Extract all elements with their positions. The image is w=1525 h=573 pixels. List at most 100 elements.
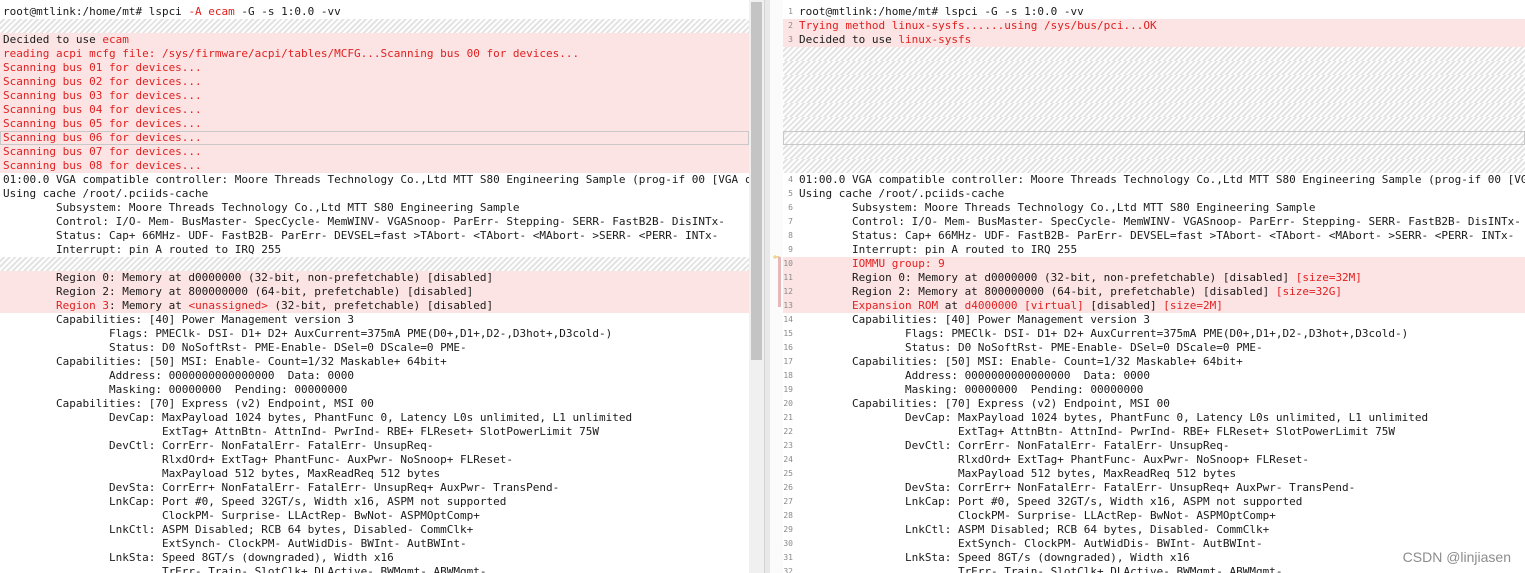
code-line: Masking: 00000000 Pending: 00000000 (0, 383, 749, 397)
code-line: 15 Flags: PMEClk- DSI- D1+ D2+ AuxCurren… (783, 327, 1525, 341)
diff-highlight-text: [size=2M] (1163, 299, 1223, 312)
code-line: DevSta: CorrErr+ NonFatalErr- FatalErr- … (0, 481, 749, 495)
line-text: Using cache /root/.pciids-cache (799, 187, 1005, 200)
diff-gutter: ⇦ (770, 0, 783, 573)
line-number: 30 (783, 539, 793, 548)
code-line: Scanning bus 07 for devices... (0, 145, 749, 159)
line-number: 11 (783, 273, 793, 282)
code-line: 25 MaxPayload 512 bytes, MaxReadReq 512 … (783, 467, 1525, 481)
diff-highlight-text: Expansion ROM (851, 299, 939, 312)
code-line: Scanning bus 08 for devices... (0, 159, 749, 173)
line-number: 9 (788, 245, 793, 254)
line-text (3, 299, 56, 312)
line-text (799, 299, 852, 312)
code-line: Capabilities: [40] Power Management vers… (0, 313, 749, 327)
line-number: 12 (783, 287, 793, 296)
code-line: MaxPayload 512 bytes, MaxReadReq 512 byt… (0, 467, 749, 481)
line-number: 15 (783, 329, 793, 338)
watermark: CSDN @linjiasen (1402, 549, 1511, 565)
code-line: Scanning bus 04 for devices... (0, 103, 749, 117)
code-line: ExtSynch- ClockPM- AutWidDis- BWInt- Aut… (0, 537, 749, 551)
code-line: 7 Control: I/O- Mem- BusMaster- SpecCycl… (783, 215, 1525, 229)
line-text: ExtTag+ AttnBtn- AttnInd- PwrInd- RBE+ F… (3, 425, 600, 438)
line-text: Capabilities: [50] MSI: Enable- Count=1/… (3, 355, 447, 368)
code-line: 18 Address: 0000000000000000 Data: 0000 (783, 369, 1525, 383)
line-number: 25 (783, 469, 793, 478)
line-number: 26 (783, 483, 793, 492)
line-text: Address: 0000000000000000 Data: 0000 (3, 369, 354, 382)
code-line: 1 root@mtlink:/home/mt# lspci -G -s 1:0.0… (783, 5, 1525, 19)
line-text: Scanning bus 02 for devices... (3, 75, 202, 88)
code-line: Status: Cap+ 66MHz- UDF- FastB2B- ParErr… (0, 229, 749, 243)
code-line: Region 3: Memory at <unassigned> (32-bit… (0, 299, 749, 313)
code-line: Region 2: Memory at 800000000 (64-bit, p… (0, 285, 749, 299)
diff-highlight-text: [size=32G] (1275, 285, 1343, 298)
line-number: 7 (788, 217, 793, 226)
code-line: 01:00.0 VGA compatible controller: Moore… (0, 173, 749, 187)
line-text: DevCtl: CorrErr- NonFatalErr- FatalErr- … (3, 439, 434, 452)
line-text: DevCap: MaxPayload 1024 bytes, PhantFunc… (3, 411, 633, 424)
diff-arrow-icon[interactable]: ⇦ (770, 250, 783, 264)
line-text: LnkCtl: ASPM Disabled; RCB 64 bytes, Dis… (799, 523, 1270, 536)
line-text: Decided to use (799, 33, 899, 46)
code-line: Subsystem: Moore Threads Technology Co.,… (0, 201, 749, 215)
line-text: Using cache /root/.pciids-cache (3, 187, 209, 200)
line-text: Status: Cap+ 66MHz- UDF- FastB2B- ParErr… (3, 229, 719, 242)
line-number: 24 (783, 455, 793, 464)
line-number: 13 (783, 301, 793, 310)
diff-filler-line (783, 89, 1525, 103)
line-text: ExtSynch- ClockPM- AutWidDis- BWInt- Aut… (799, 537, 1263, 550)
line-number: 28 (783, 511, 793, 520)
line-text: Trying method linux-sysfs......using /sy… (799, 19, 1157, 32)
code-line: reading acpi mcfg file: /sys/firmware/ac… (0, 47, 749, 61)
code-line: DevCap: MaxPayload 1024 bytes, PhantFunc… (0, 411, 749, 425)
line-text: Subsystem: Moore Threads Technology Co.,… (799, 201, 1316, 214)
line-text-segment: (32-bit, prefetchable) [disabled] (267, 299, 494, 312)
line-number: 17 (783, 357, 793, 366)
code-line: Region 0: Memory at d0000000 (32-bit, no… (0, 271, 749, 285)
line-text: Scanning bus 03 for devices... (3, 89, 202, 102)
code-line: 16 Status: D0 NoSoftRst- PME-Enable- DSe… (783, 341, 1525, 355)
code-line: 8 Status: Cap+ 66MHz- UDF- FastB2B- ParE… (783, 229, 1525, 243)
line-number: 23 (783, 441, 793, 450)
line-text: DevCtl: CorrErr- NonFatalErr- FatalErr- … (799, 439, 1230, 452)
code-line: Capabilities: [70] Express (v2) Endpoint… (0, 397, 749, 411)
diff-change-marker (778, 257, 781, 307)
line-number: 10 (783, 259, 793, 268)
code-line: LnkCtl: ASPM Disabled; RCB 64 bytes, Dis… (0, 523, 749, 537)
diff-highlight-text: [size=32M] (1295, 271, 1362, 284)
line-text: LnkCtl: ASPM Disabled; RCB 64 bytes, Dis… (3, 523, 474, 536)
line-text: LnkSta: Speed 8GT/s (downgraded), Width … (799, 551, 1190, 564)
line-text: root@mtlink:/home/mt# lspci (3, 5, 189, 18)
line-text-segment: [disabled] (1083, 299, 1164, 312)
line-number: 8 (788, 231, 793, 240)
left-scrollbar[interactable] (749, 0, 764, 573)
code-line: root@mtlink:/home/mt# lspci -A ecam -G -… (0, 5, 749, 19)
line-text: Capabilities: [70] Express (v2) Endpoint… (3, 397, 374, 410)
code-line: Flags: PMEClk- DSI- D1+ D2+ AuxCurrent=3… (0, 327, 749, 341)
left-diff-pane[interactable]: root@mtlink:/home/mt# lspci -A ecam -G -… (0, 0, 749, 573)
line-text: Capabilities: [70] Express (v2) Endpoint… (799, 397, 1170, 410)
code-line: Decided to use ecam (0, 33, 749, 47)
code-line: Address: 0000000000000000 Data: 0000 (0, 369, 749, 383)
line-text: Region 0: Memory at d0000000 (32-bit, no… (3, 271, 494, 284)
line-text-segment: -G -s 1:0.0 -vv (234, 5, 341, 18)
line-text: Scanning bus 01 for devices... (3, 61, 202, 74)
line-text: Scanning bus 07 for devices... (3, 145, 202, 158)
code-line: TrErr- Train- SlotClk+ DLActive- BWMgmt-… (0, 565, 749, 573)
left-scrollbar-thumb[interactable] (751, 2, 762, 360)
right-diff-pane[interactable]: 1 root@mtlink:/home/mt# lspci -G -s 1:0.0… (783, 0, 1525, 573)
code-line: 17 Capabilities: [50] MSI: Enable- Count… (783, 355, 1525, 369)
code-line: 6 Subsystem: Moore Threads Technology Co… (783, 201, 1525, 215)
code-line: 21 DevCap: MaxPayload 1024 bytes, PhantF… (783, 411, 1525, 425)
line-text: TrErr- Train- SlotClk+ DLActive- BWMgmt-… (3, 565, 487, 573)
line-number: 14 (783, 315, 793, 324)
code-line: 19 Masking: 00000000 Pending: 00000000 (783, 383, 1525, 397)
line-number: 29 (783, 525, 793, 534)
line-text: Subsystem: Moore Threads Technology Co.,… (3, 201, 520, 214)
diff-filler-line (783, 159, 1525, 173)
line-text: Flags: PMEClk- DSI- D1+ D2+ AuxCurrent=3… (3, 327, 613, 340)
diff-filler-line (0, 257, 749, 271)
line-text: reading acpi mcfg file: /sys/firmware/ac… (3, 47, 580, 60)
line-text: TrErr- Train- SlotClk+ DLActive- BWMgmt-… (799, 565, 1283, 573)
